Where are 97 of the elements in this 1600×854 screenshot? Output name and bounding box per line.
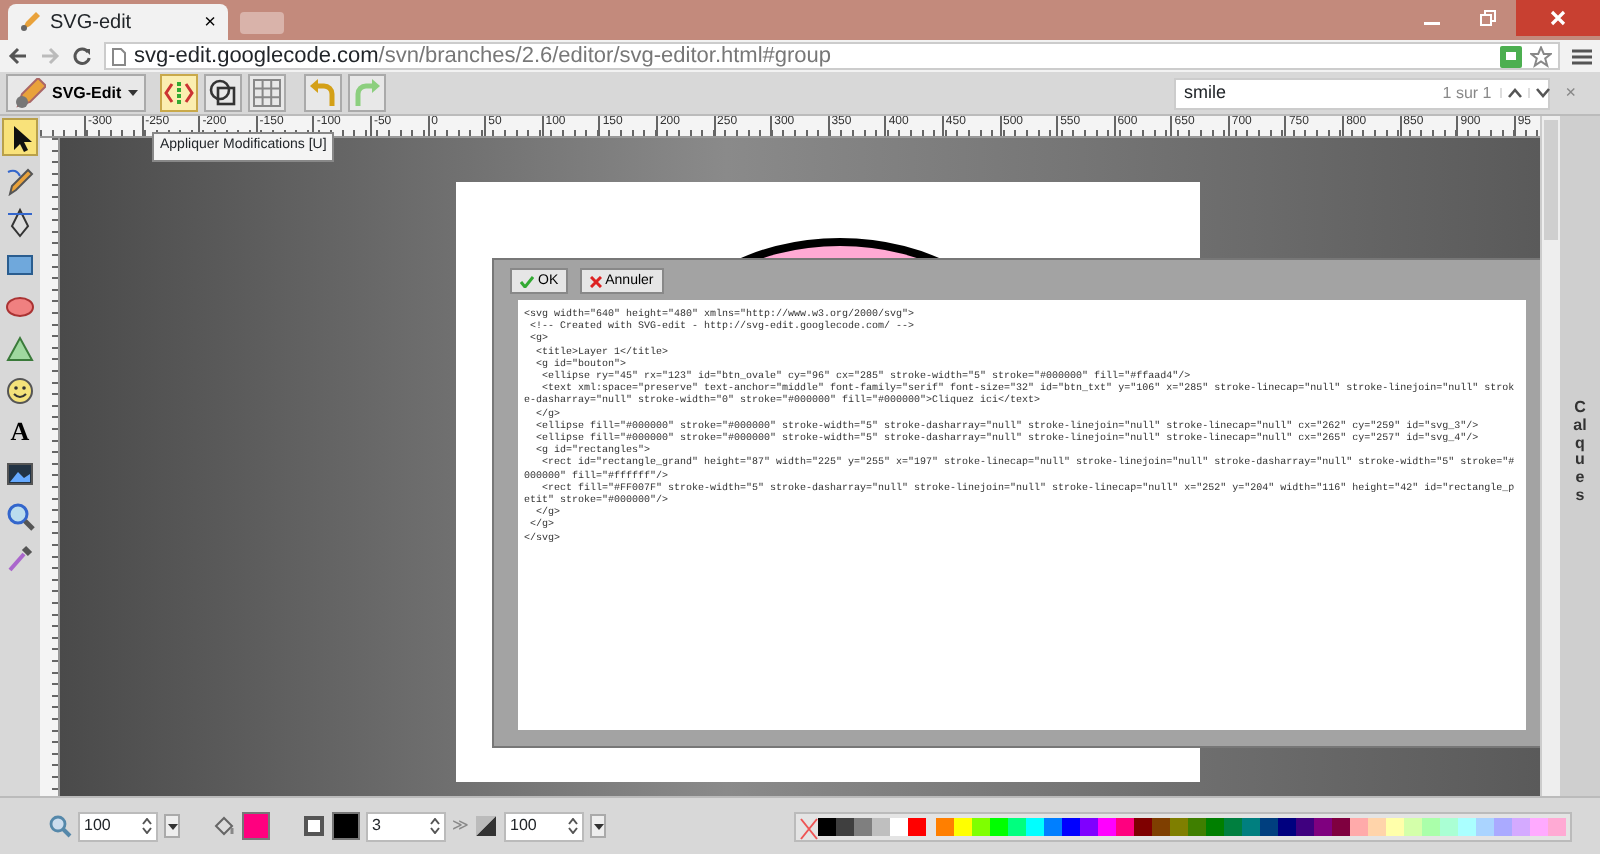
layers-panel-tab[interactable]: Calques [1560,116,1600,796]
pencil-logo-icon [20,12,40,32]
color-swatch[interactable] [1278,817,1296,835]
color-swatch[interactable] [1422,817,1440,835]
image-icon[interactable] [4,457,36,489]
color-swatch[interactable] [1476,817,1494,835]
reload-icon[interactable] [72,46,92,66]
fill-color-swatch[interactable] [242,812,270,840]
color-swatch[interactable] [1440,817,1458,835]
wireframe-button[interactable] [203,74,242,112]
caret-icon[interactable] [593,823,603,829]
paint-bucket-icon [212,814,236,838]
cross-icon [589,275,602,287]
color-swatch[interactable] [1458,817,1476,835]
browser-tab[interactable]: SVG-edit × [8,4,228,40]
svg-edit-menu-button[interactable]: SVG-Edit [6,74,146,112]
spinner-icon [568,818,578,834]
page-icon [112,47,126,65]
color-swatch[interactable] [936,817,954,835]
text-tool-button[interactable]: A [2,412,38,450]
scrollbar-thumb[interactable] [1544,120,1558,240]
close-icon[interactable] [1550,10,1566,26]
color-swatch[interactable] [1494,817,1512,835]
menu-icon[interactable] [1572,47,1592,65]
color-swatch[interactable] [1026,817,1044,835]
redo-arrow-button[interactable] [347,74,386,112]
color-swatch[interactable] [1512,817,1530,835]
color-swatch[interactable] [1314,817,1332,835]
address-field[interactable]: svg-edit.googlecode.com/svn/branches/2.6/editor/svg-editor.html#group [104,42,1560,70]
undo-arrow-icon [307,78,338,108]
pencil-logo-icon [14,78,46,108]
triangle-icon[interactable] [4,331,36,363]
pen-icon[interactable] [4,205,36,237]
color-swatch[interactable] [872,817,890,835]
color-swatch[interactable] [1116,817,1134,835]
no-color-icon[interactable] [800,817,818,839]
color-swatch[interactable] [1242,817,1260,835]
color-swatch[interactable] [1170,817,1188,835]
source-code-button[interactable] [159,74,198,112]
stroke-color-swatch[interactable] [332,812,360,840]
match-count: 1 sur 1 [1442,81,1494,105]
back-icon[interactable] [8,46,28,66]
color-swatch[interactable] [1296,817,1314,835]
color-swatch[interactable] [1134,817,1152,835]
zoom-icon[interactable] [4,499,36,531]
url-text: svg-edit.googlecode.com/svn/branches/2.6/editor/svg-editor.html#group [134,41,832,72]
color-swatch[interactable] [1080,817,1098,835]
caret-icon[interactable] [167,823,177,829]
grid-icon [251,78,282,108]
color-swatch[interactable] [908,817,926,835]
redo-arrow-icon [351,78,382,108]
spinner-icon [430,818,440,834]
color-swatch[interactable] [1098,817,1116,835]
tab-title: SVG-edit [50,9,132,37]
caret-icon [127,90,138,96]
color-swatch[interactable] [1350,817,1368,835]
color-swatch[interactable] [1530,817,1548,835]
check-icon [520,275,534,287]
restore-icon[interactable] [1480,10,1496,26]
color-swatch[interactable] [972,817,990,835]
pencil-icon[interactable] [4,163,36,195]
spinner-icon [142,818,152,834]
zoom-field[interactable]: 100 [78,811,158,841]
extension-icon[interactable] [1500,45,1522,67]
undo-arrow-button[interactable] [303,74,342,112]
opacity-field[interactable]: 100 [504,811,584,841]
color-swatch[interactable] [1260,817,1278,835]
chevron-down-icon[interactable] [1535,88,1550,98]
chevron-up-icon[interactable] [1507,88,1522,98]
star-icon[interactable] [1530,45,1552,67]
color-swatch[interactable] [854,817,872,835]
zoom-icon [48,814,72,838]
opacity-icon [474,814,498,838]
color-swatch[interactable] [1206,817,1224,835]
color-swatch[interactable] [1062,817,1080,835]
color-swatch[interactable] [1188,817,1206,835]
stroke-square-icon [302,814,326,838]
stroke-width-field[interactable]: 3 [366,811,446,841]
smiley-icon[interactable] [4,373,36,405]
wireframe-icon [207,78,238,108]
color-swatch[interactable] [836,817,854,835]
source-code-icon [163,78,194,108]
color-swatch[interactable] [1368,817,1386,835]
color-swatch[interactable] [1044,817,1062,835]
color-swatch[interactable] [890,817,908,835]
color-swatch[interactable] [954,817,972,835]
color-swatch[interactable] [990,817,1008,835]
color-swatch[interactable] [1224,817,1242,835]
color-swatch[interactable] [1152,817,1170,835]
color-swatch[interactable] [1404,817,1422,835]
color-swatch[interactable] [818,817,836,835]
color-swatch[interactable] [1548,817,1566,835]
color-swatch[interactable] [1386,817,1404,835]
eyedropper-icon[interactable] [4,541,36,573]
tab-close-button[interactable]: × [204,7,216,37]
color-swatch[interactable] [1332,817,1350,835]
color-swatch[interactable] [1008,817,1026,835]
